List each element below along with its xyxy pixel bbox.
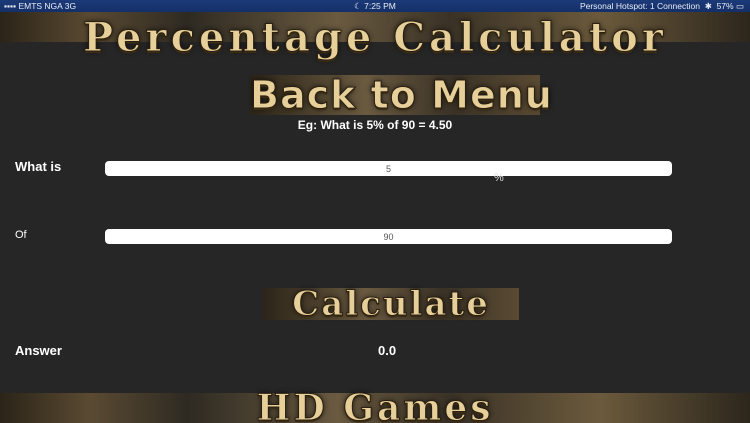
back-to-menu-label: Back to Menu [250,73,553,117]
status-time: 7:25 PM [364,1,396,11]
percent-input[interactable] [105,161,672,176]
calculate-label: Calculate [292,284,490,324]
footer-bar: HD Games [0,387,750,423]
example-text: Eg: What is 5% of 90 = 4.50 [297,118,453,132]
hotspot-status: Personal Hotspot: 1 Connection [579,1,700,11]
answer-value: 0.0 [378,343,397,358]
status-right: Personal Hotspot: 1 Connection ✱ 57% ▭ [580,0,744,12]
footer-text: HD Games [256,387,494,423]
back-to-menu-button[interactable]: Back to Menu [250,73,553,117]
battery-percent: 57% [716,1,734,11]
app-title: Percentage Calculator [83,14,667,61]
of-label: Of [15,229,27,241]
percent-symbol: % [494,172,504,184]
moon-icon: ☾ [354,1,362,11]
status-bar: ▪▪▪▪ EMTS NGA 3G ☾ 7:25 PM Personal Hots… [0,0,750,12]
battery-icon: ▭ [735,1,744,11]
of-input[interactable] [105,229,672,244]
answer-label: Answer [15,343,62,358]
bluetooth-icon: ✱ [702,1,715,11]
title-bar: Percentage Calculator [0,12,750,58]
calculate-button[interactable]: Calculate [263,284,519,324]
what-is-label: What is [15,159,62,174]
